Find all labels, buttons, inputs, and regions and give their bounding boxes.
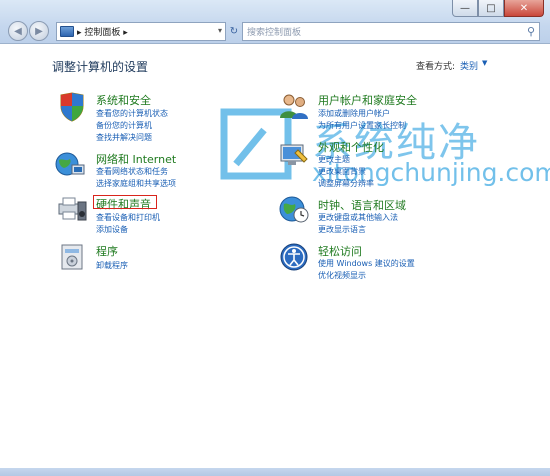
category-link[interactable]: 更改键盘或其他输入法 — [318, 212, 398, 223]
search-input[interactable]: 搜索控制面板 ⚲ — [242, 22, 540, 41]
category-link[interactable]: 使用 Windows 建议的设置 — [318, 258, 415, 269]
programs-icon — [61, 244, 83, 270]
clock-globe-icon — [279, 196, 309, 223]
window-controls: — □ ✕ — [452, 0, 544, 17]
address-dropdown-icon[interactable]: ▾ — [218, 26, 222, 35]
address-bar[interactable]: ▸ 控制面板 ▸ ▾ — [56, 22, 226, 41]
maximize-button[interactable]: □ — [478, 0, 504, 17]
category-link[interactable]: 备份您的计算机 — [96, 120, 152, 131]
printer-speaker-icon — [58, 197, 87, 221]
shield-icon — [60, 92, 84, 122]
category-link[interactable]: 添加或删除用户帐户 — [318, 108, 390, 119]
category-link[interactable]: 添加设备 — [96, 224, 128, 235]
users-icon — [280, 94, 308, 119]
back-button[interactable]: ◀ — [8, 21, 28, 41]
minimize-button[interactable]: — — [452, 0, 478, 17]
category-link[interactable]: 优化视频显示 — [318, 270, 366, 281]
page-title: 调整计算机的设置 — [52, 60, 149, 74]
search-icon[interactable]: ⚲ — [527, 25, 535, 38]
view-by-label: 查看方式: — [416, 62, 456, 72]
category-title[interactable]: 用户帐户和家庭安全 — [318, 92, 417, 108]
control-panel-icon — [60, 26, 74, 37]
category-link[interactable]: 选择家庭组和共享选项 — [96, 178, 176, 189]
category-title[interactable]: 程序 — [96, 243, 118, 259]
search-placeholder: 搜索控制面板 — [247, 28, 302, 38]
address-path: ▸ 控制面板 ▸ — [77, 28, 128, 38]
close-button[interactable]: ✕ — [504, 0, 544, 17]
category-link[interactable]: 调整屏幕分辨率 — [318, 178, 374, 189]
forward-button[interactable]: ▶ — [29, 21, 49, 41]
control-panel-content: 调整计算机的设置 查看方式: 类别 ▼ 系统纯净 xitongchunjing.… — [0, 44, 550, 476]
window-titlebar: — □ ✕ ◀ ▶ ▸ 控制面板 ▸ ▾ ↻ 搜索控制面板 ⚲ — [0, 0, 550, 44]
category-title[interactable]: 轻松访问 — [318, 243, 362, 259]
category-link[interactable]: 更改桌面背景 — [318, 166, 366, 177]
category-title[interactable]: 网络和 Internet — [96, 151, 176, 167]
view-by-dropdown[interactable]: 类别 — [460, 59, 478, 72]
category-link[interactable]: 更改显示语言 — [318, 224, 366, 235]
category-title[interactable]: 外观和个性化 — [318, 139, 384, 155]
category-link[interactable]: 更改主题 — [318, 154, 350, 165]
highlight-box — [93, 195, 157, 209]
network-globe-icon — [55, 152, 85, 176]
category-link[interactable]: 查看网络状态和任务 — [96, 166, 168, 177]
category-link[interactable]: 查找并解决问题 — [96, 132, 152, 143]
category-link[interactable]: 查看您的计算机状态 — [96, 108, 168, 119]
ease-of-access-icon — [280, 243, 308, 271]
category-title[interactable]: 时钟、语言和区域 — [318, 197, 406, 213]
category-link[interactable]: 查看设备和打印机 — [96, 212, 160, 223]
category-link[interactable]: 卸载程序 — [96, 260, 128, 271]
category-link[interactable]: 为所有用户设置家长控制 — [318, 120, 406, 131]
category-title[interactable]: 系统和安全 — [96, 92, 151, 108]
appearance-icon — [280, 144, 308, 165]
refresh-button[interactable]: ↻ — [228, 22, 240, 41]
chevron-down-icon[interactable]: ▼ — [482, 59, 487, 67]
window-frame-bottom — [0, 468, 550, 476]
